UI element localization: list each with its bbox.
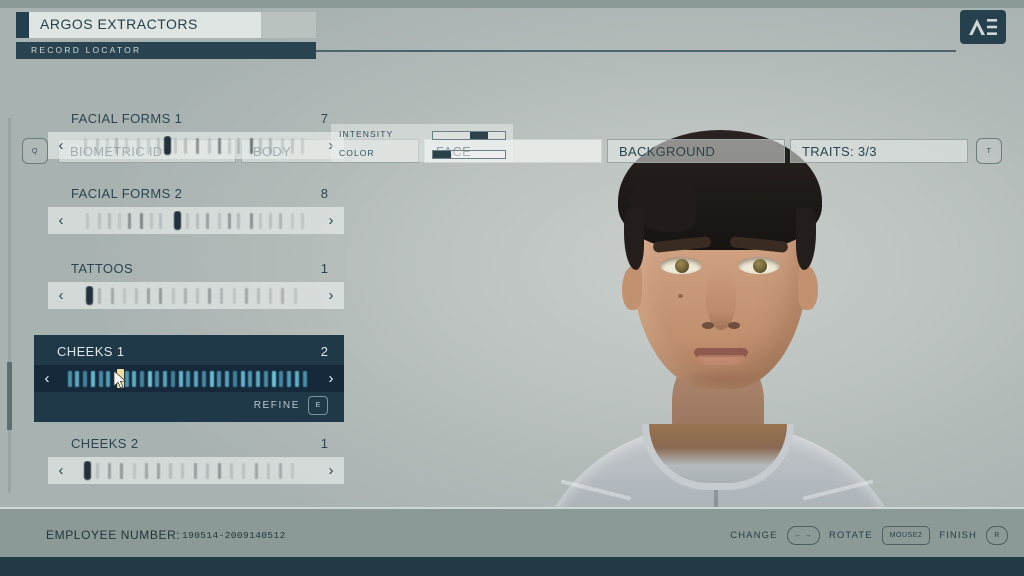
- character-creator-screen: ARGOS EXTRACTORS RECORD LOCATOR Q T BIOM…: [0, 0, 1024, 576]
- panel-scrollbar-track[interactable]: [8, 118, 11, 493]
- slider-track[interactable]: ‹›: [34, 365, 344, 392]
- chevron-right-icon[interactable]: ›: [318, 371, 344, 386]
- slider-row-cheeks-1[interactable]: CHEEKS 1 2 ‹ › REFINE E: [34, 335, 344, 422]
- refine-key[interactable]: E: [308, 395, 328, 415]
- slider-row-cheeks-2[interactable]: CHEEKS 2 1 ‹ ›: [48, 435, 344, 484]
- header-divider: [316, 50, 956, 52]
- argos-extractors-logo-icon: [960, 10, 1006, 44]
- chevron-right-icon[interactable]: ›: [318, 213, 344, 228]
- slider-label: FACIAL FORMS 2: [71, 186, 183, 201]
- lower-lip: [698, 355, 744, 365]
- employee-number-label: EMPLOYEE NUMBER:: [46, 528, 181, 542]
- chin-shading: [678, 368, 764, 390]
- slider-ticks: [74, 210, 318, 231]
- adjust-slider-handle[interactable]: [470, 132, 489, 139]
- slider-row-tattoos[interactable]: TATTOOS 1 ‹ ›: [48, 260, 344, 309]
- iris-left: [675, 259, 689, 273]
- adjust-row-color[interactable]: COLOR: [331, 147, 513, 162]
- slider-ticks: [74, 285, 318, 306]
- slider-ticks: [74, 460, 318, 481]
- slider-value: 1: [320, 436, 328, 451]
- slider-row-facial-forms-2[interactable]: FACIAL FORMS 2 8 ‹ ›: [48, 185, 344, 234]
- slider-label: FACIAL FORMS 1: [71, 111, 183, 126]
- refine-label: REFINE: [253, 399, 300, 411]
- hint-label-finish: FINISH: [939, 529, 977, 541]
- mouse-cursor: [113, 370, 127, 389]
- slider-label: CHEEKS 2: [71, 436, 139, 451]
- hint-key-finish[interactable]: R: [986, 525, 1008, 545]
- adjust-panel: INTENSITY COLOR: [331, 124, 513, 162]
- adjust-label: COLOR: [339, 148, 375, 158]
- hint-label-rotate: ROTATE: [828, 529, 873, 541]
- chevron-right-icon[interactable]: ›: [318, 288, 344, 303]
- chevron-left-icon[interactable]: ‹: [48, 138, 74, 153]
- slider-track[interactable]: ‹›: [48, 457, 344, 484]
- adjust-slider-track[interactable]: [432, 131, 506, 140]
- tab-background[interactable]: BACKGROUND: [607, 139, 785, 163]
- ear-right: [798, 266, 818, 310]
- page-title: ARGOS EXTRACTORS: [40, 16, 198, 32]
- nose: [706, 268, 736, 330]
- nostril-left: [702, 322, 714, 329]
- adjust-slider-track[interactable]: [432, 150, 506, 159]
- subtitle-text: RECORD LOCATOR: [31, 45, 142, 55]
- adjust-slider-handle[interactable]: [433, 151, 451, 158]
- slider-label: TATTOOS: [71, 261, 134, 276]
- tab-bar: Q T BIOMETRIC IDBODYFACEBACKGROUNDTRAITS…: [0, 68, 1024, 164]
- title-bar-extension: [261, 12, 316, 38]
- adjust-label: INTENSITY: [339, 129, 394, 139]
- hint-label-change: CHANGE: [730, 529, 778, 541]
- panel-scrollbar-thumb[interactable]: [7, 362, 12, 430]
- sideburn-right: [796, 208, 816, 270]
- letterbox-bottom: [0, 557, 1024, 576]
- face-options-panel: FACIAL FORMS 17‹›FACIAL FORMS 28‹›TATTOO…: [22, 110, 352, 500]
- hint-key-change[interactable]: ← →: [786, 525, 820, 545]
- slider-track[interactable]: ‹›: [48, 282, 344, 309]
- ear-left: [622, 266, 642, 310]
- tab-traits-3-3[interactable]: TRAITS: 3/3: [790, 139, 968, 163]
- iris-right: [753, 259, 767, 273]
- slider-value: 7: [320, 111, 328, 126]
- slider-value: 8: [320, 186, 328, 201]
- chevron-left-icon[interactable]: ‹: [48, 288, 74, 303]
- control-hints: CHANGE ← → ROTATE MOUSE2 FINISH R: [730, 524, 1008, 546]
- adjust-row-intensity[interactable]: INTENSITY: [331, 128, 513, 143]
- tab-next-key[interactable]: T: [976, 138, 1002, 164]
- slider-track[interactable]: ‹›: [48, 132, 344, 159]
- cheek-mole: [678, 294, 683, 298]
- chevron-left-icon[interactable]: ‹: [48, 213, 74, 228]
- letterbox-top: [0, 0, 1024, 8]
- refine-control[interactable]: REFINE E: [34, 392, 344, 418]
- slider-value: 2: [320, 344, 328, 359]
- slider-row-facial-forms-1[interactable]: FACIAL FORMS 1 7 ‹›: [48, 110, 344, 159]
- employee-number-value: 190514-2009140512: [182, 530, 286, 541]
- chevron-left-icon[interactable]: ‹: [34, 371, 60, 386]
- chevron-right-icon[interactable]: ›: [318, 463, 344, 478]
- slider-ticks: [60, 368, 318, 389]
- sideburn-left: [624, 208, 644, 270]
- title-accent-block: [16, 12, 29, 38]
- chevron-left-icon[interactable]: ‹: [48, 463, 74, 478]
- slider-value: 1: [320, 261, 328, 276]
- slider-track[interactable]: ‹›: [48, 207, 344, 234]
- slider-ticks: [74, 135, 318, 156]
- slider-label: CHEEKS 1: [57, 344, 125, 359]
- hint-key-rotate[interactable]: MOUSE2: [881, 525, 931, 545]
- nostril-right: [728, 322, 740, 329]
